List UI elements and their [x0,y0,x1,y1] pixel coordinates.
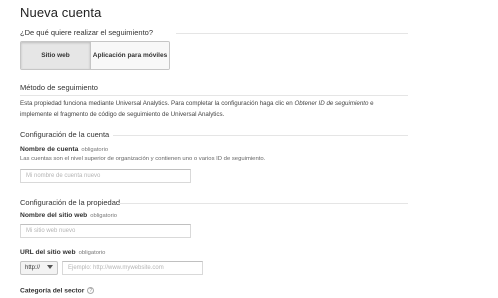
industry-category-label: Categoría del sector? [20,287,95,295]
required-hint: obligatorio [81,147,109,153]
required-hint: obligatorio [90,213,118,219]
site-name-label-text: Nombre del sitio web [20,212,88,219]
divider [176,33,408,34]
divider [118,203,408,204]
divider [20,95,408,96]
account-name-label-text: Nombre de cuenta [20,146,79,153]
url-input[interactable]: Ejemplo: http://www.mywebsite.com [62,261,203,275]
protocol-value: http:// [25,265,41,271]
site-name-label: Nombre del sitio web obligatorio [20,212,117,219]
help-icon[interactable]: ? [87,287,95,294]
property-config-title: Configuración de la propiedad [20,198,121,207]
page-title: Nueva cuenta [20,5,102,20]
tab-mobile-app[interactable]: Aplicación para móviles [91,42,169,69]
url-label-text: URL del sitio web [20,249,76,256]
account-config-title: Configuración de la cuenta [20,130,110,139]
tracking-method-description: Esta propiedad funciona mediante Univers… [20,98,480,120]
tracking-method-line2: implemente el fragmento de código de seg… [20,111,225,118]
required-hint: obligatorio [78,250,106,256]
protocol-select[interactable]: http:// [20,261,58,275]
tracking-question: ¿De qué quiere realizar el seguimiento? [20,28,153,37]
tracking-method-title: Método de seguimiento [20,83,98,92]
tracking-method-line1-end: e [368,100,374,107]
get-tracking-id-link-text: Obtener ID de seguimiento [294,100,369,107]
site-name-input[interactable]: Mi sitio web nuevo [20,224,191,238]
industry-category-label-text: Categoría del sector [20,287,85,295]
url-label: URL del sitio web obligatorio [20,249,105,256]
tab-website[interactable]: Sitio web [21,42,91,69]
account-name-input[interactable]: Mi nombre de cuenta nuevo [20,169,191,183]
divider [113,135,408,136]
chevron-down-icon [47,265,53,271]
account-help-text: Las cuentas son el nivel superior de org… [20,156,266,162]
tracking-type-tabs: Sitio web Aplicación para móviles [20,41,170,70]
tracking-method-line1: Esta propiedad funciona mediante Univers… [20,100,295,107]
account-name-label: Nombre de cuenta obligatorio [20,146,108,153]
